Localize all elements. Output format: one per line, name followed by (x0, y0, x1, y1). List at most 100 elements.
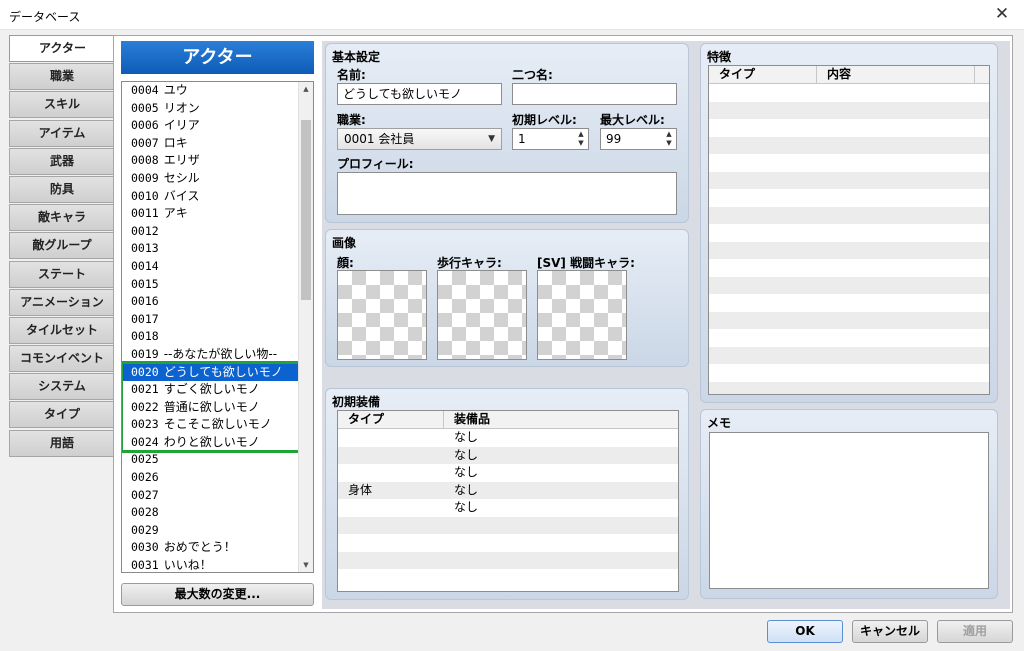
nickname-input[interactable] (512, 83, 677, 105)
tab-item[interactable]: システム (9, 373, 114, 401)
table-row[interactable] (709, 189, 989, 207)
list-item[interactable]: 0021 すごく欲しいモノ (122, 381, 299, 399)
table-row[interactable]: なし (338, 429, 678, 447)
table-row[interactable] (338, 551, 678, 569)
tab-item[interactable]: 用語 (9, 429, 114, 457)
memo-textarea[interactable] (709, 432, 989, 589)
table-row[interactable]: なし (338, 499, 678, 517)
list-item[interactable]: 0007 ロキ (122, 135, 299, 153)
table-row[interactable] (709, 119, 989, 137)
list-item[interactable]: 0023 そこそこ欲しいモノ (122, 416, 299, 434)
list-item[interactable]: 0028 (122, 504, 299, 522)
tab-item[interactable]: 職業 (9, 63, 114, 91)
list-item[interactable]: 0020 どうしても欲しいモノ (122, 363, 299, 382)
walk-image-slot[interactable] (437, 270, 527, 360)
table-row[interactable] (338, 534, 678, 552)
list-item[interactable]: 0008 エリザ (122, 152, 299, 170)
table-row[interactable] (709, 206, 989, 224)
list-item[interactable]: 0019 --あなたが欲しい物-- (122, 346, 299, 364)
list-item[interactable]: 0030 おめでとう！ (122, 539, 299, 557)
table-row[interactable] (709, 154, 989, 172)
equip-item-cell: なし (454, 447, 479, 462)
table-row[interactable] (709, 294, 989, 312)
class-select[interactable]: 0001 会社員 ▼ (337, 128, 502, 150)
col-content-header: 内容 (817, 66, 975, 83)
list-item[interactable]: 0016 (122, 293, 299, 311)
apply-button[interactable]: 適用 (937, 620, 1013, 643)
ok-button[interactable]: OK (767, 620, 843, 643)
table-row[interactable]: なし (338, 446, 678, 464)
actor-number: 0030 (131, 540, 159, 555)
change-max-button[interactable]: 最大数の変更... (121, 583, 314, 606)
list-item[interactable]: 0025 (122, 451, 299, 469)
list-scrollbar[interactable]: ▲ ▼ (298, 82, 313, 572)
traits-table[interactable]: タイプ 内容 (708, 65, 990, 395)
face-image-slot[interactable] (337, 270, 427, 360)
list-item[interactable]: 0010 バイス (122, 188, 299, 206)
table-row[interactable] (709, 241, 989, 259)
table-row[interactable] (709, 171, 989, 189)
list-item[interactable]: 0017 (122, 311, 299, 329)
list-item[interactable]: 0022 普通に欲しいモノ (122, 399, 299, 417)
list-item[interactable]: 0026 (122, 469, 299, 487)
tab-item[interactable]: アニメーション (9, 288, 114, 316)
max-level-stepper[interactable]: 99 ▲ ▼ (600, 128, 677, 150)
tab-item[interactable]: ステート (9, 260, 114, 288)
table-row[interactable] (709, 136, 989, 154)
cancel-button[interactable]: キャンセル (852, 620, 928, 643)
init-level-stepper[interactable]: 1 ▲ ▼ (512, 128, 589, 150)
tab-item[interactable]: タイルセット (9, 316, 114, 344)
list-item[interactable]: 0015 (122, 276, 299, 294)
list-item[interactable]: 0014 (122, 258, 299, 276)
list-item[interactable]: 0006 イリア (122, 117, 299, 135)
list-item[interactable]: 0013 (122, 240, 299, 258)
close-icon[interactable]: ✕ (992, 4, 1012, 24)
table-row[interactable] (338, 569, 678, 587)
actor-name: すごく欲しいモノ (163, 382, 260, 397)
table-row[interactable] (709, 311, 989, 329)
table-row[interactable] (709, 381, 989, 394)
actor-number: 0020 (131, 364, 159, 379)
battler-image-slot[interactable] (537, 270, 627, 360)
table-row[interactable] (709, 259, 989, 277)
list-item[interactable]: 0018 (122, 328, 299, 346)
actor-number: 0010 (131, 188, 159, 203)
table-row[interactable]: 身体 なし (338, 481, 678, 499)
table-row[interactable] (709, 276, 989, 294)
tab-item[interactable]: タイプ (9, 401, 114, 429)
spin-arrows-icon[interactable]: ▲ ▼ (664, 130, 674, 148)
tab-item[interactable]: コモンイベント (9, 345, 114, 373)
list-item[interactable]: 0005 リオン (122, 100, 299, 118)
list-item[interactable]: 0029 (122, 522, 299, 540)
table-row[interactable] (709, 224, 989, 242)
tab-item[interactable]: アクター (9, 35, 115, 62)
tab-item[interactable]: 敵キャラ (9, 204, 114, 232)
list-item[interactable]: 0009 セシル (122, 170, 299, 188)
table-row[interactable] (709, 329, 989, 347)
spin-arrows-icon[interactable]: ▲ ▼ (576, 130, 586, 148)
table-row[interactable]: なし (338, 464, 678, 482)
table-row[interactable] (709, 101, 989, 119)
tab-item[interactable]: スキル (9, 91, 114, 119)
list-item[interactable]: 0024 わりと欲しいモノ (122, 434, 299, 452)
table-row[interactable] (709, 346, 989, 364)
list-item[interactable]: 0011 アキ (122, 205, 299, 223)
scroll-up-icon[interactable]: ▲ (299, 82, 313, 96)
list-item[interactable]: 0012 (122, 223, 299, 241)
table-row[interactable] (338, 516, 678, 534)
actor-number: 0006 (131, 118, 159, 133)
tab-item[interactable]: 防具 (9, 175, 114, 203)
table-row[interactable] (709, 364, 989, 382)
profile-textarea[interactable] (337, 172, 677, 215)
name-input[interactable]: どうしても欲しいモノ (337, 83, 502, 105)
tab-item[interactable]: 敵グループ (9, 232, 114, 260)
list-item[interactable]: 0004 ユウ (122, 82, 299, 100)
scroll-down-icon[interactable]: ▼ (299, 558, 313, 572)
list-item[interactable]: 0027 (122, 487, 299, 505)
tab-item[interactable]: アイテム (9, 119, 114, 147)
tab-item[interactable]: 武器 (9, 147, 114, 175)
actor-number: 0012 (131, 223, 159, 238)
scroll-thumb[interactable] (301, 120, 311, 300)
table-row[interactable] (709, 84, 989, 102)
list-item[interactable]: 0031 いいね！ (122, 557, 299, 572)
